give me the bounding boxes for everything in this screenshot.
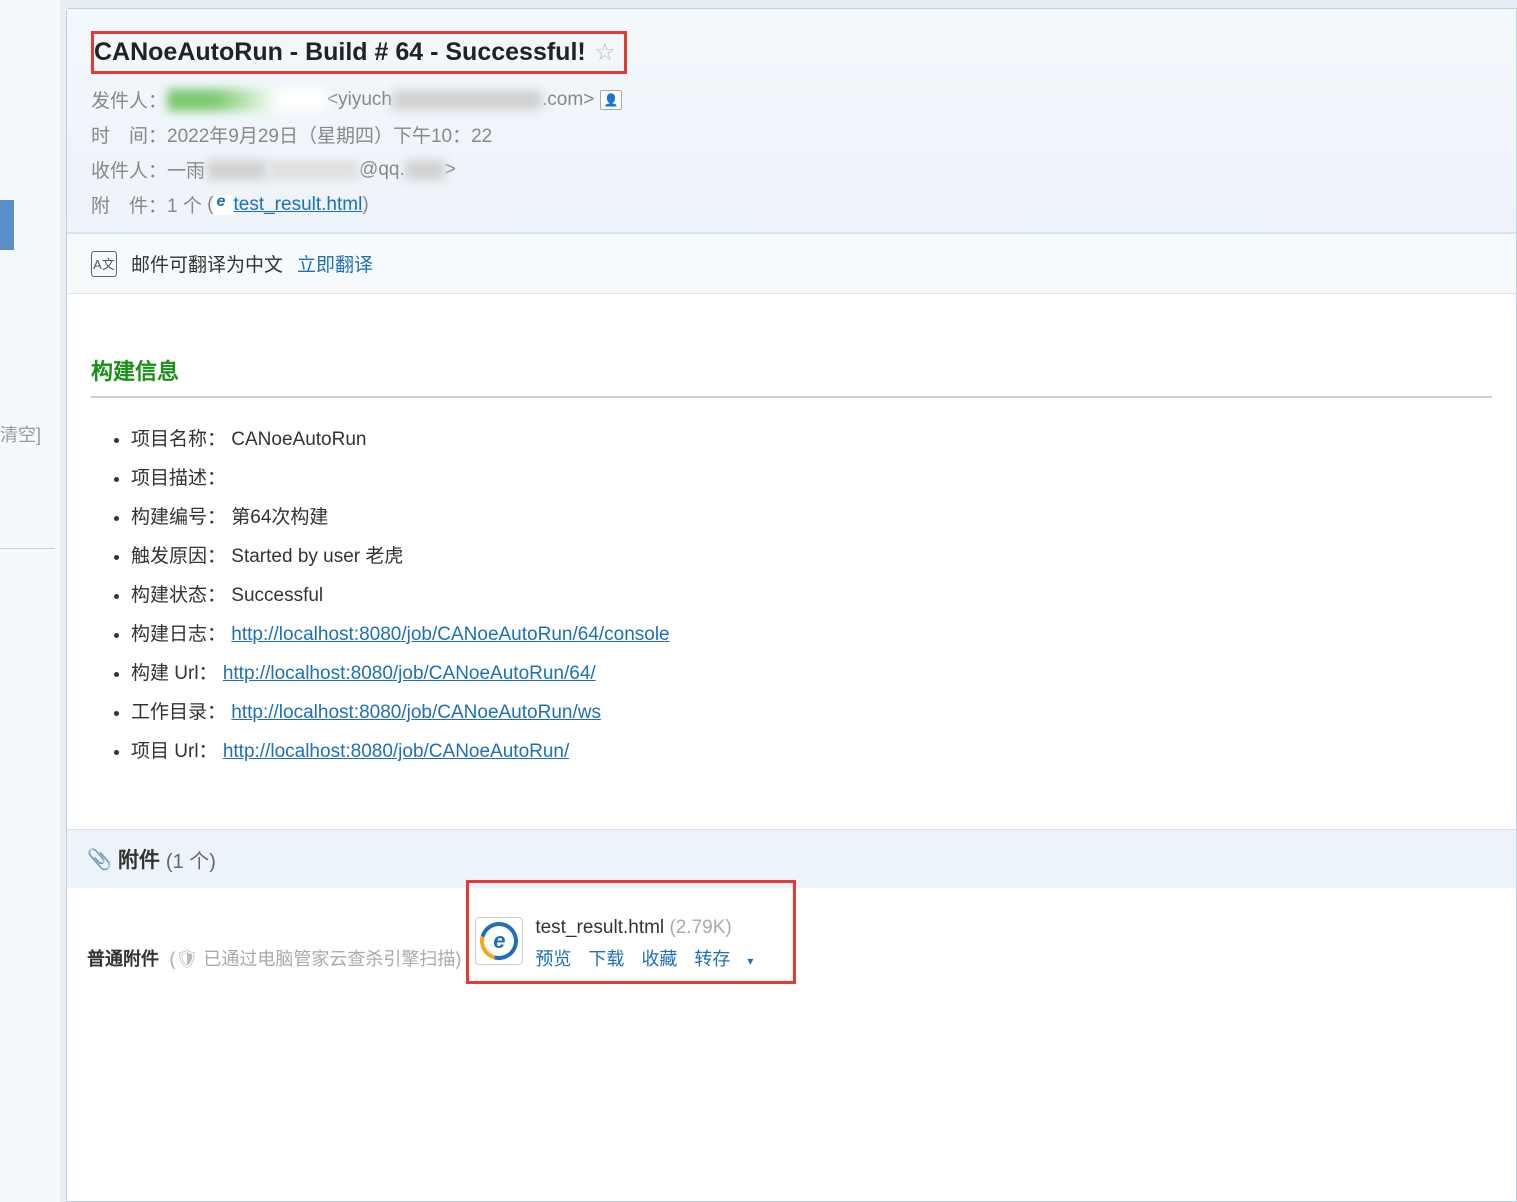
build-item-label: 构建状态： xyxy=(131,585,231,606)
attach-paren-close: ) xyxy=(362,194,368,216)
from-email-post: .com> xyxy=(542,89,594,111)
build-item-link[interactable]: http://localhost:8080/job/CANoeAutoRun/6… xyxy=(223,663,596,684)
html-file-icon xyxy=(475,917,523,965)
file-name: test_result.html xyxy=(535,917,664,938)
build-list-item: 项目名称： CANoeAutoRun xyxy=(131,418,1492,457)
build-item-label: 工作目录： xyxy=(131,702,231,723)
build-item-link[interactable]: http://localhost:8080/job/CANoeAutoRun/ xyxy=(223,741,569,762)
build-item-link[interactable]: http://localhost:8080/job/CANoeAutoRun/6… xyxy=(231,624,669,645)
translate-now-link[interactable]: 立即翻译 xyxy=(297,250,373,277)
file-size: (2.79K) xyxy=(669,917,731,938)
to-name: 一雨 xyxy=(167,156,205,183)
to-label: 收件人： xyxy=(91,156,167,183)
time-value: 2022年9月29日（星期四）下午10：22 xyxy=(167,121,492,148)
email-subject-highlight: CANoeAutoRun - Build # 64 - Successful! … xyxy=(91,31,627,74)
build-item-label: 构建 Url： xyxy=(131,663,223,684)
email-body: 构建信息 项目名称： CANoeAutoRun项目描述： 构建编号： 第64次构… xyxy=(67,293,1516,789)
attach-file-link[interactable]: test_result.html xyxy=(233,194,362,216)
translate-notice: 邮件可翻译为中文 xyxy=(131,250,283,277)
from-label: 发件人： xyxy=(91,86,167,113)
build-item-value: 第64次构建 xyxy=(231,507,328,528)
scan-note: (🛡 已通过电脑管家云查杀引擎扫描) xyxy=(169,949,466,969)
star-icon[interactable]: ☆ xyxy=(594,39,616,66)
favorite-link[interactable]: 收藏 xyxy=(641,949,677,969)
email-subject: CANoeAutoRun - Build # 64 - Successful! xyxy=(94,38,586,66)
preview-link[interactable]: 预览 xyxy=(535,949,571,969)
build-list-item: 构建状态： Successful xyxy=(131,574,1492,613)
download-link[interactable]: 下载 xyxy=(588,949,624,969)
to-email-frag: @qq. xyxy=(359,159,405,181)
build-list-item: 项目描述： xyxy=(131,457,1492,496)
sidebar-clear-label[interactable]: 清空] xyxy=(0,421,41,447)
attachment-detail: 普通附件 (🛡 已通过电脑管家云查杀引擎扫描) test_result.html… xyxy=(67,888,1516,1004)
to-redacted-3 xyxy=(405,160,445,180)
paperclip-icon: 📎 xyxy=(87,847,112,872)
left-sidebar: 清空] xyxy=(0,0,60,1202)
email-header: CANoeAutoRun - Build # 64 - Successful! … xyxy=(67,9,1516,233)
translate-bar: A文 邮件可翻译为中文 立即翻译 xyxy=(67,233,1516,293)
attach-row: 附 件： 1 个 ( test_result.html ) xyxy=(91,187,1492,232)
build-list-item: 构建日志： http://localhost:8080/job/CANoeAut… xyxy=(131,613,1492,652)
ie-icon xyxy=(213,195,233,215)
build-item-value: CANoeAutoRun xyxy=(231,429,366,450)
attach-count: 1 个 xyxy=(167,191,202,218)
to-email-end: > xyxy=(445,159,456,181)
attach-paren-open: ( xyxy=(202,194,214,216)
build-info-list: 项目名称： CANoeAutoRun项目描述： 构建编号： 第64次构建触发原因… xyxy=(91,418,1492,769)
build-item-value: Started by user 老虎 xyxy=(231,546,403,567)
build-item-label: 项目名称： xyxy=(131,429,231,450)
build-item-label: 项目 Url： xyxy=(131,741,223,762)
transfer-link[interactable]: 转存 ▾ xyxy=(694,949,765,969)
build-item-label: 构建日志： xyxy=(131,624,231,645)
from-email-pre: <yiyuch xyxy=(327,89,392,111)
build-item-link[interactable]: http://localhost:8080/job/CANoeAutoRun/w… xyxy=(231,702,601,723)
attach-label: 附 件： xyxy=(91,191,167,218)
build-item-label: 构建编号： xyxy=(131,507,231,528)
from-email-redacted xyxy=(392,90,542,110)
attachment-file-row: test_result.html (2.79K) 预览 下载 收藏 转存 ▾ xyxy=(475,917,785,971)
build-info-title: 构建信息 xyxy=(91,354,1492,398)
build-item-value: Successful xyxy=(231,585,323,606)
build-item-label: 项目描述： xyxy=(131,468,226,489)
attachment-count: (1 个) xyxy=(166,845,216,874)
build-list-item: 构建 Url： http://localhost:8080/job/CANoeA… xyxy=(131,652,1492,691)
build-list-item: 触发原因： Started by user 老虎 xyxy=(131,535,1492,574)
from-name-redacted xyxy=(167,89,327,111)
shield-icon: 🛡 xyxy=(175,949,198,969)
build-list-item: 构建编号： 第64次构建 xyxy=(131,496,1492,535)
file-info: test_result.html (2.79K) 预览 下载 收藏 转存 ▾ xyxy=(535,917,777,971)
to-row: 收件人： 一雨 @qq. > xyxy=(91,152,1492,187)
file-actions: 预览 下载 收藏 转存 ▾ xyxy=(535,945,777,971)
contact-card-icon[interactable]: 👤 xyxy=(600,90,622,110)
sidebar-active-indicator xyxy=(0,200,14,250)
chevron-down-icon: ▾ xyxy=(747,954,753,968)
email-main-panel: CANoeAutoRun - Build # 64 - Successful! … xyxy=(66,8,1517,1202)
from-row: 发件人： <yiyuch .com> 👤 xyxy=(91,82,1492,117)
translate-icon: A文 xyxy=(91,251,117,277)
to-redacted-2 xyxy=(269,160,359,180)
attachment-highlight-box: test_result.html (2.79K) 预览 下载 收藏 转存 ▾ xyxy=(466,880,796,984)
normal-attach-label: 普通附件 xyxy=(87,949,159,969)
build-list-item: 项目 Url： http://localhost:8080/job/CANoeA… xyxy=(131,730,1492,769)
time-label: 时 间： xyxy=(91,121,167,148)
attachment-title: 附件 xyxy=(118,844,160,874)
to-redacted-1 xyxy=(207,160,267,180)
build-item-label: 触发原因： xyxy=(131,546,231,567)
sidebar-divider xyxy=(0,548,55,549)
build-list-item: 工作目录： http://localhost:8080/job/CANoeAut… xyxy=(131,691,1492,730)
time-row: 时 间： 2022年9月29日（星期四）下午10：22 xyxy=(91,117,1492,152)
scan-note-text: 已通过电脑管家云查杀引擎扫描 xyxy=(203,949,455,969)
